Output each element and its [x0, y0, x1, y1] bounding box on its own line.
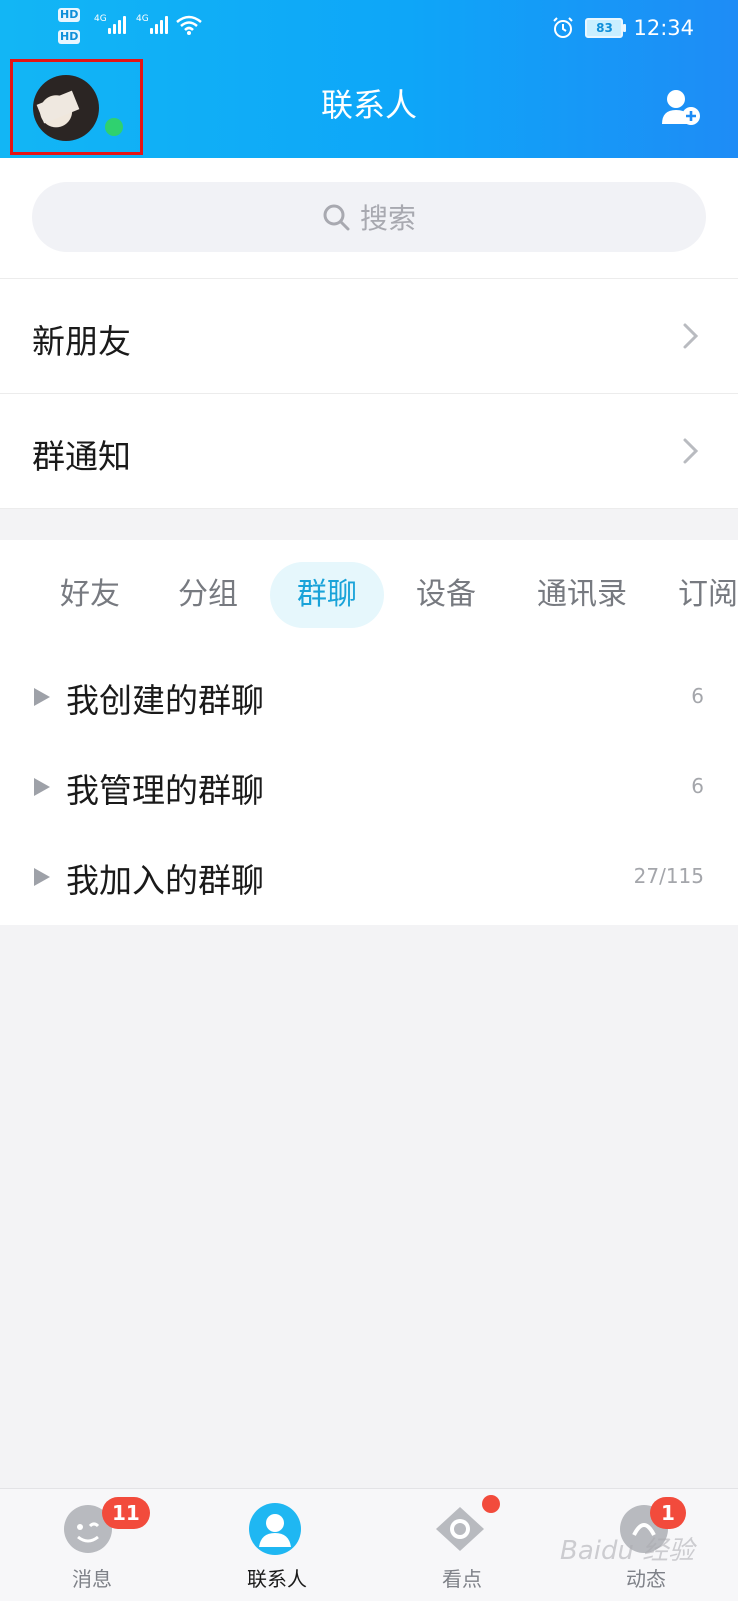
- nav-label: 联系人: [247, 1567, 307, 1591]
- page-title: 联系人: [320, 86, 417, 124]
- add-contact-icon[interactable]: [660, 88, 702, 126]
- nav-label: 消息: [72, 1567, 112, 1591]
- expand-arrow-icon: [34, 868, 50, 886]
- clock: 12:34: [633, 16, 694, 40]
- tab-groups[interactable]: 分组: [158, 562, 258, 628]
- eye-icon: [436, 1507, 484, 1551]
- top-header: HD HD 4G 4G 83 12:34 联系人: [0, 0, 738, 158]
- search-placeholder: 搜索: [359, 202, 416, 235]
- new-content-dot: [482, 1495, 500, 1513]
- search-input[interactable]: 搜索: [32, 182, 706, 252]
- status-bar-right: 83 12:34: [551, 12, 694, 44]
- group-category-row[interactable]: 我创建的群聊 6: [0, 654, 738, 742]
- group-category-count: 6: [691, 774, 704, 798]
- category-tabs: 好友 分组 群聊 设备 通讯录 订阅: [0, 562, 738, 628]
- expand-arrow-icon: [34, 688, 50, 706]
- group-category-row[interactable]: 我管理的群聊 6: [0, 744, 738, 832]
- group-notice-label: 群通知: [32, 437, 131, 476]
- watermark: Baidu 经验: [560, 1536, 695, 1566]
- expand-arrow-icon: [34, 778, 50, 796]
- hd-badge-bottom: HD: [58, 30, 81, 44]
- nav-label: 动态: [626, 1567, 666, 1591]
- group-category-label: 我创建的群聊: [66, 681, 264, 720]
- group-category-row[interactable]: 我加入的群聊 27/115: [0, 834, 738, 922]
- unread-badge: 11: [102, 1497, 150, 1529]
- network-type-1: 4G: [94, 14, 107, 24]
- group-notice-row[interactable]: 群通知: [0, 394, 738, 509]
- nav-label: 看点: [442, 1567, 482, 1591]
- battery-indicator: 83: [585, 18, 627, 38]
- tab-devices[interactable]: 设备: [396, 562, 496, 628]
- new-friends-label: 新朋友: [32, 322, 131, 361]
- signal-bars-1-icon: [108, 16, 126, 34]
- nav-messages[interactable]: 11 消息: [22, 1489, 162, 1601]
- unread-badge: 1: [650, 1497, 686, 1529]
- group-category-label: 我加入的群聊: [66, 861, 264, 900]
- nav-discover[interactable]: 看点: [392, 1489, 532, 1601]
- tab-address-book[interactable]: 通讯录: [520, 562, 644, 628]
- status-bar-left: HD HD 4G 4G: [58, 8, 208, 48]
- contacts-list-area: 好友 分组 群聊 设备 通讯录 订阅 我创建的群聊 6 我管理的群聊 6 我加入…: [0, 540, 738, 925]
- nav-contacts[interactable]: 联系人: [207, 1489, 347, 1601]
- group-category-count: 6: [691, 684, 704, 708]
- tab-friends[interactable]: 好友: [40, 562, 140, 628]
- network-type-2: 4G: [136, 14, 149, 24]
- tab-subscriptions[interactable]: 订阅: [678, 562, 738, 628]
- new-friends-row[interactable]: 新朋友: [0, 279, 738, 394]
- chevron-right-icon: [683, 438, 699, 464]
- search-icon: [323, 204, 350, 231]
- wifi-icon: [176, 15, 202, 35]
- alarm-icon: [553, 17, 574, 38]
- tab-group-chats[interactable]: 群聊: [270, 562, 384, 628]
- group-category-label: 我管理的群聊: [66, 771, 264, 810]
- contacts-icon: [249, 1503, 301, 1555]
- chevron-right-icon: [683, 323, 699, 349]
- signal-bars-2-icon: [150, 16, 168, 34]
- search-section: 搜索: [0, 158, 738, 279]
- hd-badge-top: HD: [58, 8, 81, 22]
- group-category-count: 27/115: [633, 864, 704, 888]
